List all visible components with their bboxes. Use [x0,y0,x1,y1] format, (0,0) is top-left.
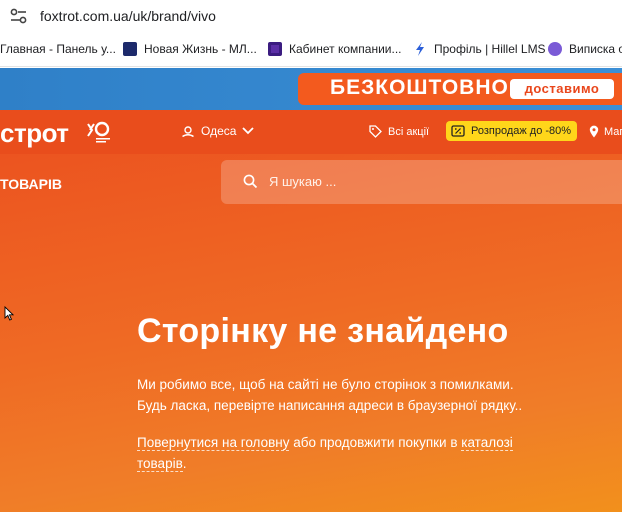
site-header: строт Одеса Всі акції Розпродаж до -80% … [0,110,622,154]
error-line: Ми робимо все, щоб на сайті не було стор… [137,377,514,392]
bookmark-item[interactable]: Кабинет компании... [268,42,402,56]
catalog-link-part1[interactable]: каталозі [461,435,513,451]
cabinet-icon [268,42,282,56]
bookmark-item[interactable]: Главная - Панель у... [0,42,116,56]
bookmark-item[interactable]: Новая Жизнь - МЛ... [123,42,257,56]
promo-headline: БЕЗКОШТОВНО [330,76,509,99]
recovery-links: Повернутися на головну або продовжити по… [137,432,577,474]
search-icon [243,174,258,189]
mouse-cursor-icon [4,306,14,321]
error-page-hero: ТОВАРІВ Я шукаю ... Сторінку не знайдено… [0,154,622,512]
city-selector[interactable]: Одеса [181,124,261,138]
all-promotions-link[interactable]: Всі акції [369,125,429,138]
promo-button[interactable]: доставимо [510,79,614,99]
vypyska-icon [548,42,562,56]
search-input[interactable]: Я шукаю ... [269,174,336,189]
site-logo[interactable]: строт [0,118,69,149]
chevron-down-icon [242,127,255,135]
stores-link[interactable]: Маг [589,125,622,138]
bookmark-label: Главная - Панель у... [0,42,116,56]
novaya-zhizn-icon [123,42,137,56]
address-bar: foxtrot.com.ua/uk/brand/vivo [0,0,622,33]
stores-label: Маг [604,125,622,138]
links-middle-text: або продовжити покупки в [289,435,462,450]
error-line: Будь ласка, перевірте написання адреси в… [137,398,523,413]
promotions-label: Всі акції [388,125,430,138]
bookmark-label: Кабинет компании... [289,42,402,56]
tag-icon [369,125,382,138]
city-name: Одеса [201,124,237,138]
bookmark-item[interactable]: Виписка о [548,42,622,56]
home-link[interactable]: Повернутися на головну [137,435,290,451]
site-settings-icon[interactable] [10,8,28,24]
location-pin-icon [182,126,194,138]
bookmark-label: Профіль | Hillel LMS [434,42,546,56]
percent-ticket-icon [451,125,465,137]
bookmark-label: Новая Жизнь - МЛ... [144,42,257,56]
url-text[interactable]: foxtrot.com.ua/uk/brand/vivo [40,8,216,24]
promo-banner[interactable]: БЕЗКОШТОВНО доставимо [0,68,622,110]
bookmarks-bar: Главная - Панель у... Новая Жизнь - МЛ..… [0,33,622,67]
sale-label: Розпродаж до -80% [471,125,572,137]
map-pin-icon [589,125,599,138]
euronics-logo-icon [87,121,110,143]
error-message: Ми робимо все, щоб на сайті не було стор… [137,374,522,416]
catalog-button[interactable]: ТОВАРІВ [0,176,62,192]
page-title: Сторінку не знайдено [137,312,509,350]
search-bar[interactable]: Я шукаю ... [221,160,622,204]
bookmark-label: Виписка о [569,42,622,56]
hillel-icon [416,42,424,56]
links-end: . [182,456,187,471]
catalog-link-part2[interactable]: товарів [137,456,183,472]
sale-badge[interactable]: Розпродаж до -80% [446,121,578,141]
bookmark-item[interactable]: Профіль | Hillel LMS [413,42,546,56]
